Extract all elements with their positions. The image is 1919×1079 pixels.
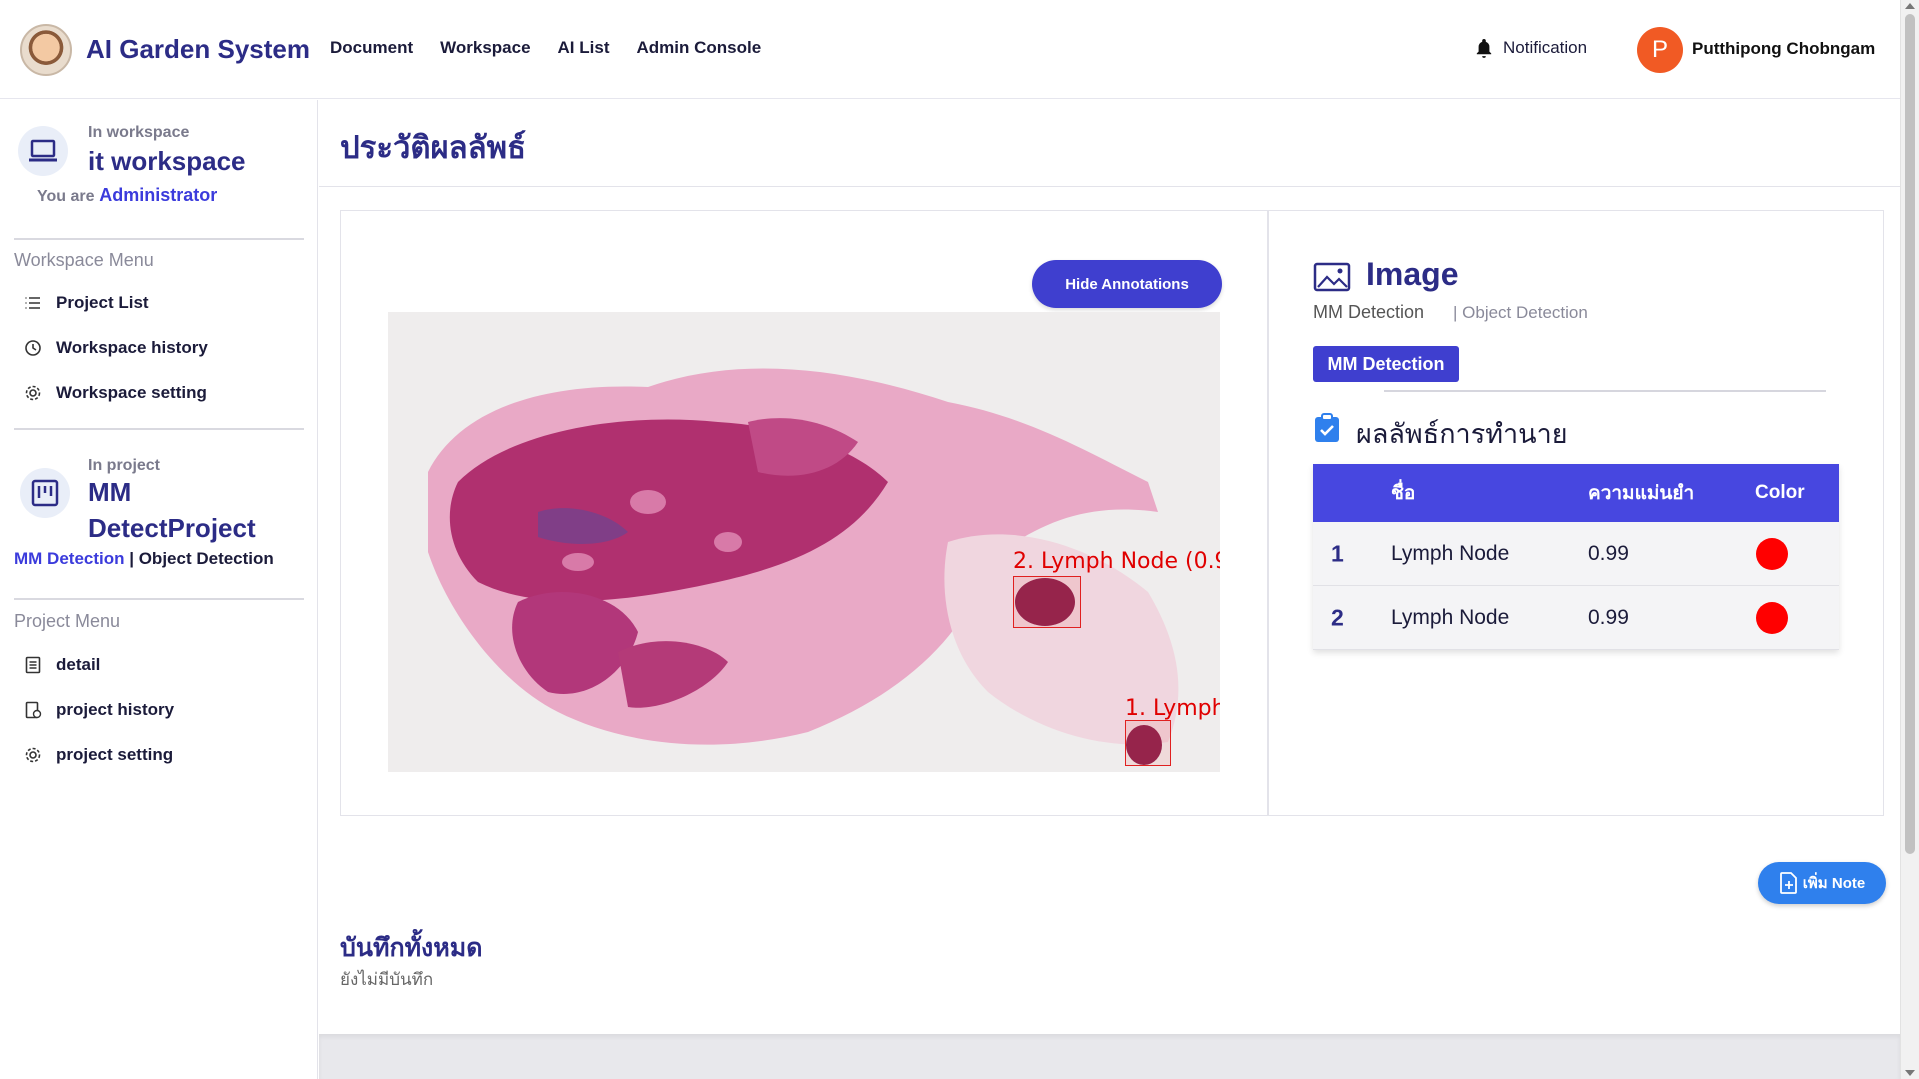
sidebar-item-label: detail	[56, 655, 101, 674]
nav-workspace[interactable]: Workspace	[440, 38, 530, 58]
sidebar-item-label: Workspace history	[56, 338, 208, 357]
row-index: 1	[1331, 540, 1344, 566]
histology-image[interactable]: 2. Lymph Node (0.99 1. Lymph	[388, 312, 1220, 772]
file-plus-icon	[1779, 872, 1797, 894]
project-model-line: MM Detection | Object Detection	[14, 549, 274, 569]
scroll-down-arrow-icon[interactable]	[1905, 1070, 1915, 1076]
sidebar-item-label: project history	[56, 700, 175, 719]
workspace-caption: In workspace	[88, 124, 190, 141]
gear-icon	[25, 747, 41, 763]
bell-icon	[1476, 39, 1492, 58]
gear-icon	[25, 385, 41, 401]
page-title: ประวัติผลลัพธ์	[340, 130, 527, 165]
table-row[interactable]: 2 Lymph Node 0.99	[1313, 586, 1839, 650]
prediction-table: ชื่อ ความแม่นยำ Color 1 Lymph Node 0.99 …	[1313, 464, 1839, 650]
project-name-line1: MM	[88, 477, 132, 507]
sidebar-item-label: project setting	[56, 745, 174, 764]
project-caption: In project	[88, 457, 161, 474]
history-icon	[25, 340, 41, 356]
notification-button[interactable]: Notification	[1475, 38, 1587, 58]
row-index: 2	[1331, 604, 1344, 630]
info-task: | Object Detection	[1453, 303, 1588, 322]
annotation-box-2	[1013, 576, 1081, 628]
info-model: MM Detection	[1313, 302, 1425, 322]
row-accuracy: 0.99	[1588, 605, 1629, 629]
top-header: AI Garden System Document Workspace AI L…	[0, 0, 1900, 99]
logo-icon[interactable]	[20, 24, 72, 76]
column-header-accuracy: ความแม่นยำ	[1588, 483, 1695, 504]
kanban-icon	[20, 468, 70, 518]
info-divider	[1384, 390, 1826, 392]
annotation-box-1	[1125, 720, 1171, 766]
notes-empty-text: ยังไม่มีบันทึก	[340, 970, 434, 989]
project-menu-heading: Project Menu	[14, 611, 121, 631]
user-name[interactable]: Putthipong Chobngam	[1692, 39, 1875, 59]
image-icon	[1313, 262, 1351, 292]
footer-band	[319, 1034, 1900, 1079]
file-history-icon	[25, 701, 42, 719]
role-value: Administrator	[99, 185, 218, 205]
list-icon	[25, 297, 40, 309]
document-icon	[25, 656, 41, 674]
row-color-swatch	[1756, 537, 1788, 570]
tissue-image-drawing	[388, 312, 1220, 772]
laptop-icon	[18, 126, 68, 176]
add-note-label: เพิ่ม Note	[1802, 875, 1866, 892]
model-badge: MM Detection	[1313, 346, 1459, 382]
workspace-name: it workspace	[88, 146, 246, 176]
table-row[interactable]: 1 Lymph Node 0.99	[1313, 522, 1839, 586]
notes-title: บันทึกทั้งหมด	[340, 934, 483, 962]
nav-ai-list[interactable]: AI List	[558, 38, 610, 58]
role-line: You are Administrator	[37, 185, 217, 206]
workspace-menu-heading: Workspace Menu	[14, 250, 154, 270]
row-accuracy: 0.99	[1588, 541, 1629, 565]
info-title: Image	[1366, 256, 1459, 292]
project-name-line2: DetectProject	[88, 513, 256, 543]
sidebar-divider	[14, 238, 304, 240]
nav-admin-console[interactable]: Admin Console	[636, 38, 761, 58]
page-scrollbar[interactable]	[1900, 0, 1919, 1079]
annotation-label-2: 2. Lymph Node (0.99	[1013, 549, 1220, 574]
row-name: Lymph Node	[1391, 541, 1510, 565]
role-prefix: You are	[37, 188, 95, 205]
nav-document[interactable]: Document	[330, 38, 413, 58]
clipboard-check-icon	[1315, 413, 1339, 442]
column-header-name: ชื่อ	[1391, 483, 1416, 504]
table-header: ชื่อ ความแม่นยำ Color	[1313, 464, 1839, 522]
annotation-label-1: 1. Lymph	[1125, 696, 1220, 721]
scroll-thumb[interactable]	[1905, 14, 1915, 854]
project-model: MM Detection	[14, 549, 125, 568]
prediction-title: ผลลัพธ์การทำนาย	[1356, 419, 1568, 449]
sidebar-item-project-list[interactable]: Project List	[24, 293, 149, 313]
page-divider	[319, 186, 1900, 187]
sidebar-divider	[14, 598, 304, 600]
column-header-color: Color	[1755, 482, 1805, 503]
avatar[interactable]: P	[1637, 27, 1683, 73]
notification-label: Notification	[1503, 38, 1588, 57]
sidebar-item-label: Project List	[56, 293, 149, 312]
sidebar-item-project-setting[interactable]: project setting	[24, 745, 173, 765]
sidebar-item-label: Workspace setting	[56, 383, 207, 402]
sidebar-divider	[14, 428, 304, 430]
project-type: | Object Detection	[129, 549, 274, 568]
main-nav: Document Workspace AI List Admin Console	[330, 38, 761, 58]
add-note-button[interactable]: เพิ่ม Note	[1758, 862, 1886, 904]
sidebar-item-workspace-history[interactable]: Workspace history	[24, 338, 208, 358]
sidebar-item-workspace-setting[interactable]: Workspace setting	[24, 383, 207, 403]
scroll-up-arrow-icon[interactable]	[1905, 3, 1915, 9]
sidebar-item-project-history[interactable]: project history	[24, 700, 174, 720]
row-color-swatch	[1756, 601, 1788, 634]
sidebar-item-detail[interactable]: detail	[24, 655, 100, 675]
sidebar: In workspace it workspace You are Admini…	[0, 100, 318, 1079]
hide-annotations-button[interactable]: Hide Annotations	[1032, 260, 1222, 308]
row-name: Lymph Node	[1391, 605, 1510, 629]
brand-title[interactable]: AI Garden System	[86, 34, 310, 65]
